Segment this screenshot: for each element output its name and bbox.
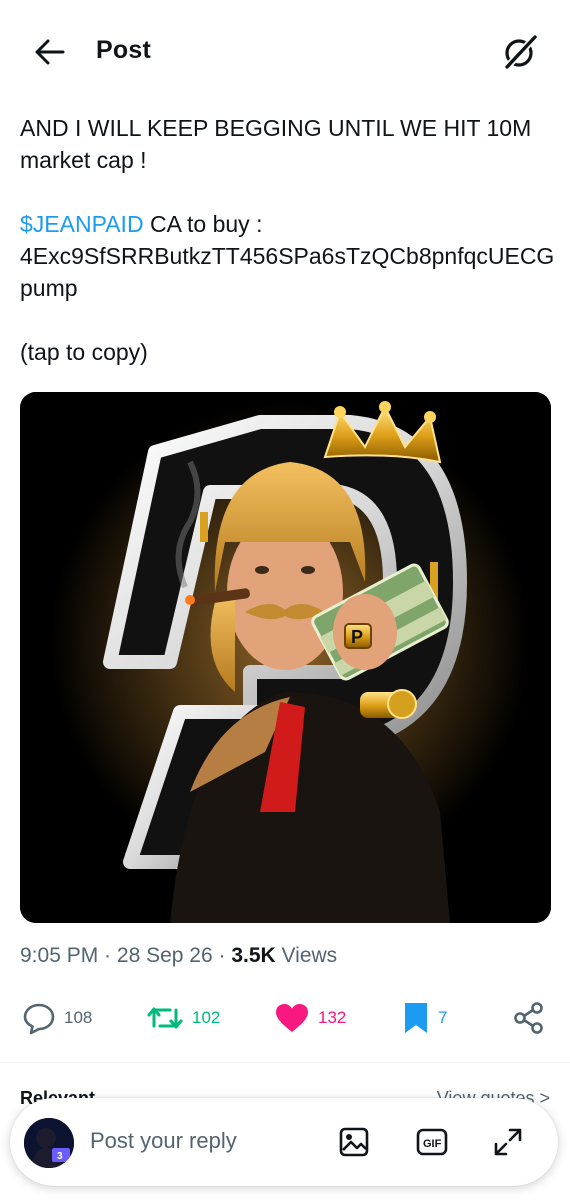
bookmark-button[interactable]: 7 — [402, 996, 447, 1040]
post-line-ca: $JEANPAID CA to buy : — [20, 208, 555, 240]
like-count: 132 — [318, 1008, 347, 1027]
views-count[interactable]: 3.5K — [231, 944, 275, 967]
post-body: AND I WILL KEEP BEGGING UNTIL WE HIT 10M… — [20, 112, 555, 368]
views-label: Views — [275, 944, 338, 967]
page-title: Post — [96, 36, 151, 64]
post-time: 9:05 PM — [20, 944, 99, 967]
avatar[interactable]: 3 — [24, 1118, 74, 1168]
grok-slash-circle-icon — [505, 35, 537, 69]
add-gif-button[interactable]: GIF — [414, 1124, 450, 1160]
cashtag-link[interactable]: $JEANPAID — [20, 211, 144, 237]
svg-text:P: P — [351, 627, 363, 647]
expand-composer-button[interactable] — [490, 1124, 526, 1160]
reply-count: 108 — [64, 1008, 93, 1027]
divider — [0, 1062, 570, 1063]
repost-icon — [147, 1007, 183, 1029]
post-date: 28 Sep 26 — [116, 944, 213, 967]
reply-composer-bar: 3 Post your reply GIF — [10, 1098, 558, 1186]
gif-icon: GIF — [416, 1128, 448, 1156]
hacker-avatar-icon: 3 — [24, 1118, 74, 1168]
post-image[interactable]: P — [20, 392, 551, 923]
image-icon — [339, 1127, 369, 1157]
post-metadata: 9:05 PM · 28 Sep 26 · 3.5K Views — [20, 944, 338, 967]
svg-text:GIF: GIF — [423, 1138, 442, 1150]
repost-count: 102 — [192, 1008, 221, 1027]
reply-button[interactable]: 108 — [22, 996, 92, 1040]
share-button[interactable] — [512, 996, 546, 1040]
action-bar: 108 102 132 7 — [0, 996, 570, 1040]
reply-bubble-icon — [23, 1003, 55, 1035]
reply-input[interactable]: Post your reply — [90, 1128, 237, 1154]
share-nodes-icon — [514, 1002, 543, 1034]
like-button[interactable]: 132 — [274, 996, 346, 1040]
bookmark-count: 7 — [438, 1008, 448, 1027]
arrow-left-icon — [35, 39, 65, 65]
expand-arrows-icon — [494, 1128, 522, 1156]
bookmark-filled-icon — [405, 1003, 427, 1033]
jeanpaid-king-illustration: P — [20, 392, 551, 923]
tap-to-copy-hint: (tap to copy) — [20, 339, 148, 365]
ca-label: CA to buy : — [143, 211, 263, 237]
back-button[interactable] — [30, 34, 70, 70]
add-image-button[interactable] — [336, 1124, 372, 1160]
post-line-main: AND I WILL KEEP BEGGING UNTIL WE HIT 10M… — [20, 115, 532, 173]
svg-text:3: 3 — [57, 1151, 63, 1162]
heart-filled-icon — [276, 1004, 308, 1032]
grok-button[interactable] — [498, 30, 542, 74]
top-bar: Post — [0, 0, 570, 100]
contract-address[interactable]: 4Exc9SfSRRButkzTT456SPa6sTzQCb8pnfqcUECG… — [20, 240, 555, 304]
repost-button[interactable]: 102 — [146, 996, 220, 1040]
